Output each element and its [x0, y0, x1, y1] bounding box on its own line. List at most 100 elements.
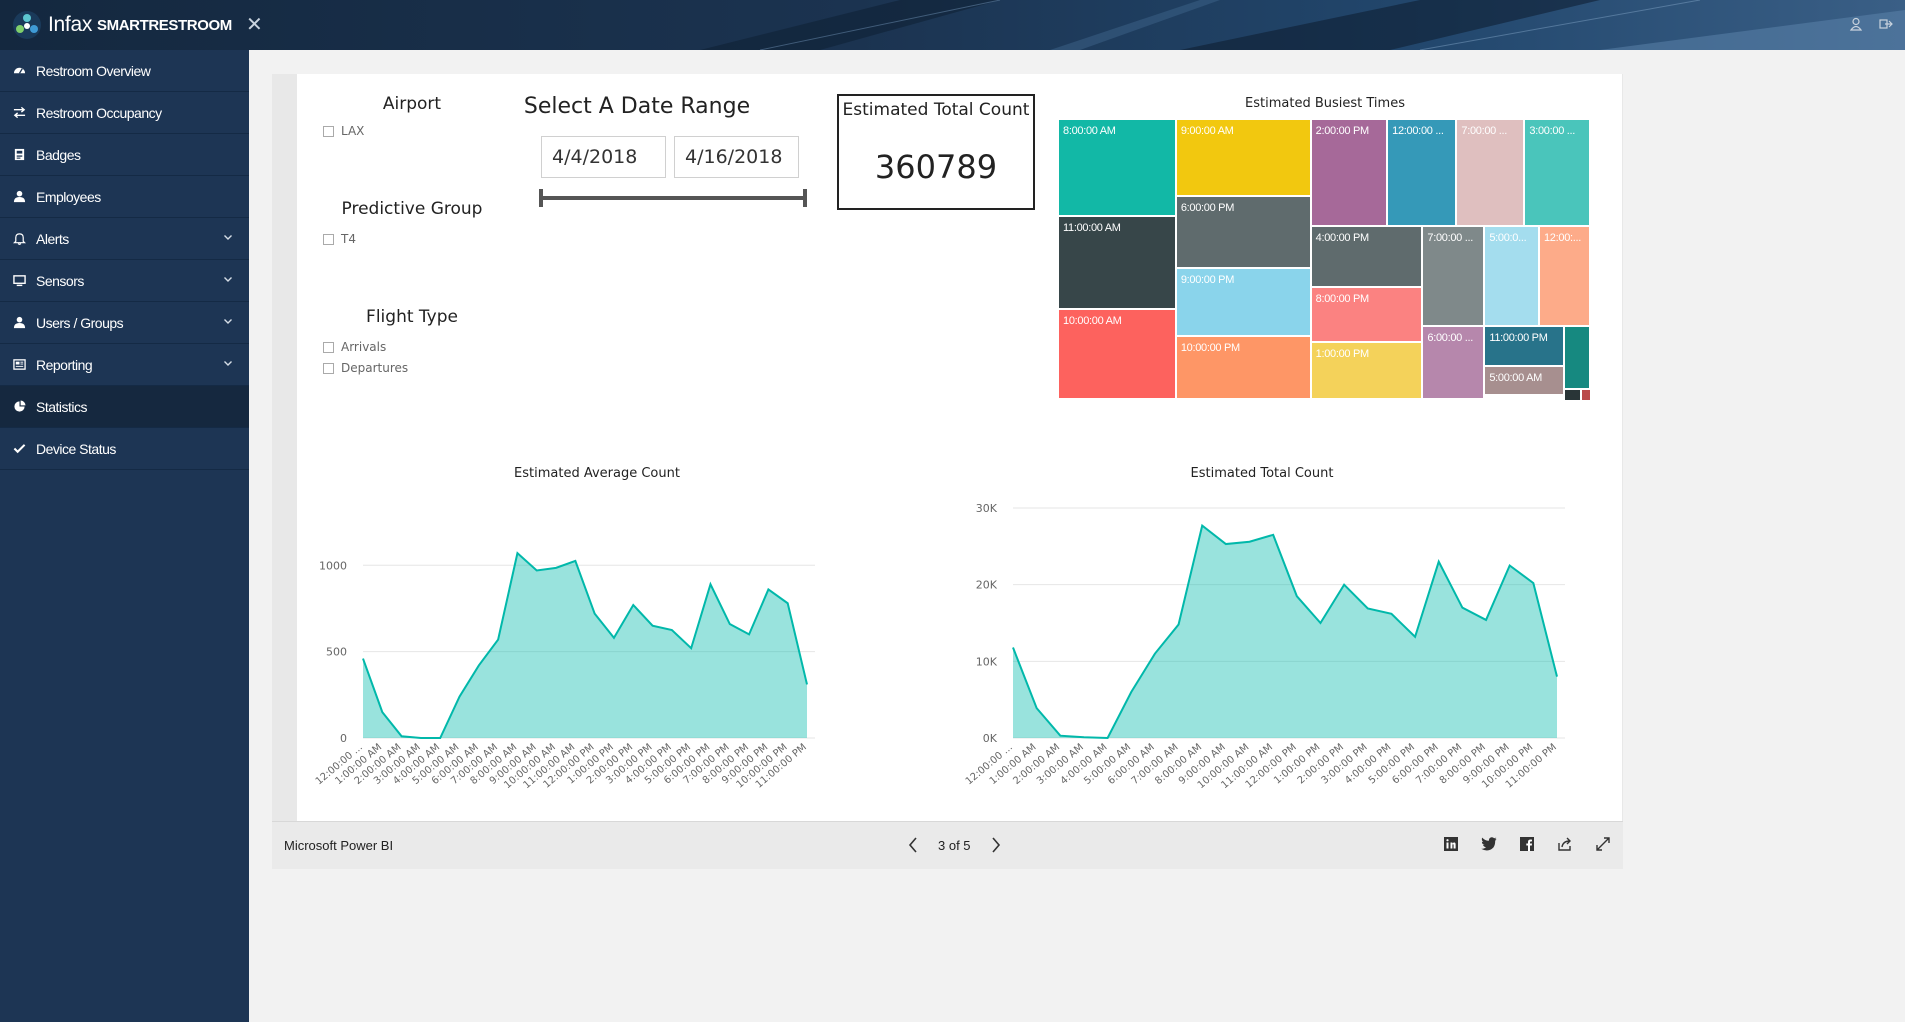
treemap-cell[interactable]: 10:00:00 AM — [1059, 309, 1177, 400]
data-point[interactable] — [1436, 559, 1442, 565]
treemap-cell[interactable] — [1582, 390, 1593, 403]
user-profile-icon[interactable] — [1849, 17, 1863, 31]
sidebar-item-statistics[interactable]: Statistics — [0, 386, 249, 428]
data-point[interactable] — [727, 621, 733, 627]
twitter-share-button[interactable] — [1479, 834, 1499, 854]
treemap-cell[interactable]: 9:00:00 PM — [1176, 268, 1312, 337]
data-point[interactable] — [630, 602, 636, 608]
treemap-cell[interactable]: 6:00:00 ... — [1423, 326, 1486, 400]
data-point[interactable] — [1105, 735, 1111, 741]
data-point[interactable] — [476, 662, 482, 668]
treemap-cell[interactable]: 11:00:00 AM — [1059, 217, 1177, 310]
checkbox[interactable] — [323, 362, 334, 374]
treemap-cell[interactable]: 8:00:00 PM — [1311, 288, 1424, 343]
treemap-cell[interactable]: 4:00:00 PM — [1311, 227, 1424, 288]
treemap-cell[interactable]: 7:00:00 ... — [1457, 120, 1526, 228]
data-point[interactable] — [1152, 651, 1158, 657]
data-point[interactable] — [1247, 539, 1253, 545]
data-point[interactable] — [572, 558, 578, 564]
data-point[interactable] — [1412, 634, 1418, 640]
data-point[interactable] — [765, 586, 771, 592]
data-point[interactable] — [1034, 705, 1040, 711]
data-point[interactable] — [1223, 541, 1229, 547]
flight-type-option-departures[interactable]: Departures — [323, 361, 408, 375]
date-range-slider[interactable] — [541, 196, 805, 200]
date-slider-end-handle[interactable] — [803, 189, 807, 207]
facebook-share-button[interactable] — [1517, 834, 1537, 854]
previous-page-button[interactable] — [902, 832, 924, 858]
data-point[interactable] — [1459, 605, 1465, 611]
sidebar-item-employees[interactable]: Employees — [0, 176, 249, 218]
data-point[interactable] — [1365, 605, 1371, 611]
data-point[interactable] — [1057, 733, 1063, 739]
data-point[interactable] — [1010, 645, 1016, 651]
checkbox[interactable] — [323, 341, 334, 353]
treemap-cell[interactable]: 3:00:00 ... — [1525, 120, 1591, 228]
data-point[interactable] — [650, 623, 656, 629]
data-point[interactable] — [785, 600, 791, 606]
share-button[interactable] — [1555, 834, 1575, 854]
treemap-cell[interactable] — [1565, 326, 1591, 391]
sidebar-item-badges[interactable]: Badges — [0, 134, 249, 176]
logout-icon[interactable] — [1879, 17, 1893, 31]
fullscreen-button[interactable] — [1593, 834, 1613, 854]
treemap-cell[interactable]: 8:00:00 AM — [1059, 120, 1177, 218]
data-point[interactable] — [553, 565, 559, 571]
data-point[interactable] — [1294, 593, 1300, 599]
treemap-cell[interactable]: 1:00:00 PM — [1311, 342, 1424, 400]
data-point[interactable] — [688, 645, 694, 651]
data-point[interactable] — [804, 681, 810, 687]
data-point[interactable] — [1507, 563, 1513, 569]
sidebar-item-users-groups[interactable]: Users / Groups — [0, 302, 249, 344]
treemap-cell[interactable]: 12:00:... — [1539, 227, 1591, 327]
data-point[interactable] — [669, 627, 675, 633]
data-point[interactable] — [1270, 532, 1276, 538]
data-point[interactable] — [514, 550, 520, 556]
end-date-input[interactable]: 4/16/2018 — [674, 136, 799, 178]
data-point[interactable] — [1128, 689, 1134, 695]
treemap-cell[interactable] — [1565, 390, 1583, 403]
data-point[interactable] — [399, 733, 405, 739]
start-date-input[interactable]: 4/4/2018 — [541, 136, 666, 178]
data-point[interactable] — [1081, 734, 1087, 740]
next-page-button[interactable] — [985, 832, 1007, 858]
sidebar-item-sensors[interactable]: Sensors — [0, 260, 249, 302]
predictive-group-option-t4[interactable]: T4 — [323, 232, 356, 246]
sidebar-item-reporting[interactable]: Reporting — [0, 344, 249, 386]
sidebar-item-restroom-overview[interactable]: Restroom Overview — [0, 50, 249, 92]
treemap-cell[interactable]: 6:00:00 PM — [1176, 196, 1312, 269]
checkbox[interactable] — [323, 233, 334, 245]
date-slider-start-handle[interactable] — [539, 189, 543, 207]
data-point[interactable] — [1388, 611, 1394, 617]
treemap-cell[interactable]: 9:00:00 AM — [1176, 120, 1312, 197]
treemap-cell[interactable]: 2:00:00 PM — [1311, 120, 1389, 228]
data-point[interactable] — [534, 567, 540, 573]
data-point[interactable] — [746, 631, 752, 637]
data-point[interactable] — [1530, 580, 1536, 586]
airport-option-lax[interactable]: LAX — [323, 124, 364, 138]
data-point[interactable] — [1483, 617, 1489, 623]
data-point[interactable] — [707, 581, 713, 587]
linkedin-share-button[interactable] — [1441, 834, 1461, 854]
treemap-cell[interactable]: 10:00:00 PM — [1176, 336, 1312, 400]
flight-type-option-arrivals[interactable]: Arrivals — [323, 340, 386, 354]
data-point[interactable] — [495, 637, 501, 643]
data-point[interactable] — [457, 694, 463, 700]
brand[interactable]: Infax SMARTRESTROOM — [12, 10, 232, 40]
data-point[interactable] — [592, 611, 598, 617]
sidebar-item-device-status[interactable]: Device Status — [0, 428, 249, 470]
treemap-cell[interactable]: 7:00:00 ... — [1423, 227, 1486, 327]
close-icon[interactable]: ✕ — [246, 12, 263, 36]
data-point[interactable] — [418, 735, 424, 741]
data-point[interactable] — [379, 709, 385, 715]
checkbox[interactable] — [323, 125, 334, 137]
treemap-cell[interactable]: 5:00:0... — [1485, 227, 1540, 327]
treemap-cell[interactable]: 11:00:00 PM — [1485, 326, 1566, 368]
data-point[interactable] — [1341, 582, 1347, 588]
treemap-cell[interactable]: 5:00:00 AM — [1485, 367, 1566, 397]
powerbi-label[interactable]: Microsoft Power BI — [284, 838, 393, 853]
data-point[interactable] — [437, 735, 443, 741]
data-point[interactable] — [611, 635, 617, 641]
treemap-cell[interactable]: 12:00:00 ... — [1388, 120, 1458, 228]
data-point[interactable] — [1176, 622, 1182, 628]
